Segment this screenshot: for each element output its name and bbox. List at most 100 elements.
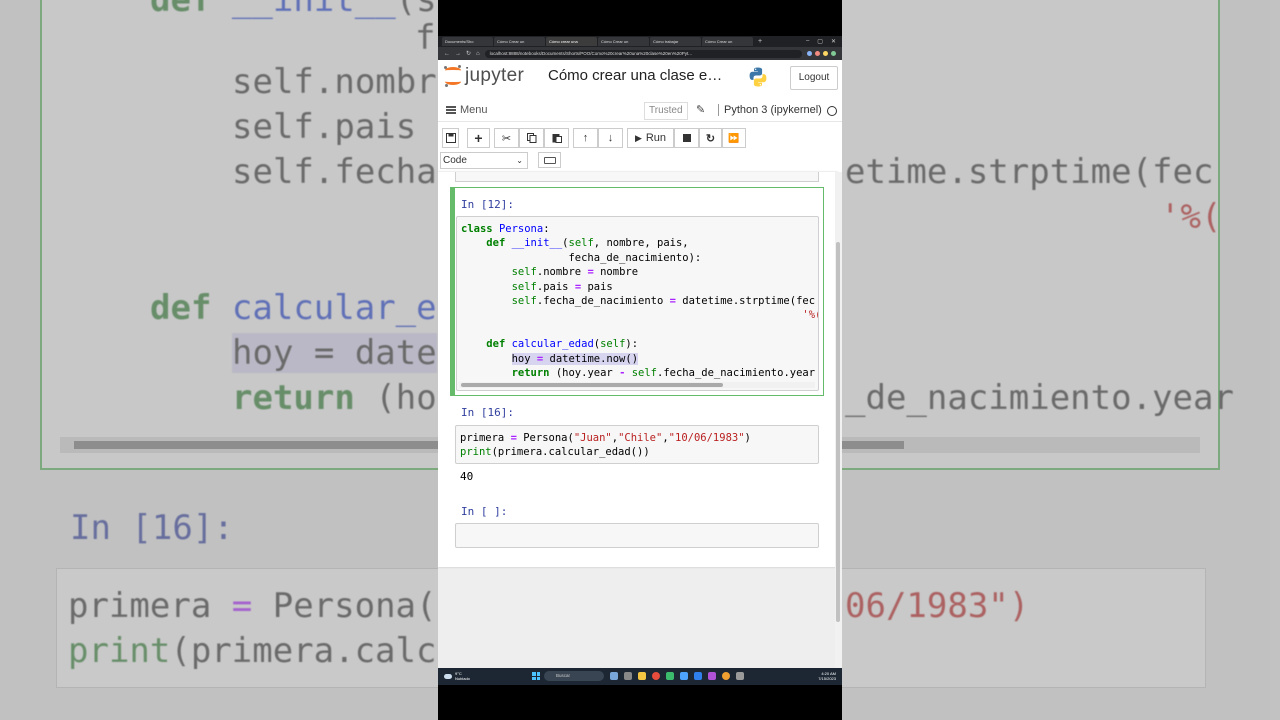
horizontal-scrollbar[interactable] [459, 382, 815, 388]
minimize-icon[interactable]: – [806, 38, 809, 45]
vscode-icon[interactable] [694, 672, 702, 680]
notebook-area: In [12]: class Persona: def __init__(sel… [438, 172, 842, 668]
code-line: print(primera.calcular_edad()) [460, 446, 650, 459]
scrollbar-thumb[interactable] [461, 383, 723, 387]
move-up-button[interactable]: ↑ [573, 128, 598, 148]
menu-label: Menu [460, 104, 488, 116]
code-input[interactable]: class Persona: def __init__(self, nombre… [456, 216, 819, 391]
menu-bar: Menu Trusted ✎ Python 3 (ipykernel) [438, 100, 842, 122]
code-line: def calcular_edad(self): [486, 338, 639, 351]
run-button[interactable]: ▶ Run [627, 128, 674, 148]
plus-icon: + [474, 130, 483, 146]
chrome-icon[interactable] [652, 672, 660, 680]
close-icon[interactable]: ✕ [831, 38, 836, 45]
copy-button[interactable] [519, 128, 544, 148]
insert-cell-button[interactable]: + [467, 128, 490, 148]
code-line: hoy = datetime.now() [511, 352, 639, 365]
app-icon[interactable] [736, 672, 744, 680]
new-tab-icon[interactable]: + [758, 38, 762, 45]
jupyter-logo-text: jupyter [465, 65, 525, 86]
code-line: self.nombre = nombre [511, 266, 639, 279]
page-scrollbar[interactable] [835, 172, 842, 668]
scrollbar-thumb[interactable] [836, 242, 840, 622]
arrow-down-icon: ↓ [607, 132, 614, 144]
empty-code-input[interactable] [455, 523, 819, 548]
edit-pencil-icon[interactable]: ✎ [696, 103, 705, 116]
paste-button[interactable] [544, 128, 569, 148]
code-line: primera = Persona("Juan","Chile","10/06/… [460, 432, 751, 444]
cell-prompt: In [16]: [461, 406, 514, 419]
cell-prompt: In [ ]: [461, 505, 508, 518]
browser-tab[interactable]: Cómo Crear un [702, 37, 753, 46]
app-icon[interactable] [624, 672, 632, 680]
url-field[interactable]: localhost:8888/notebooks/Documents/Short… [484, 49, 802, 58]
app-icon[interactable] [680, 672, 688, 680]
run-label: Run [645, 132, 667, 144]
app-icon[interactable] [708, 672, 716, 680]
clock-date: 7/15/2023 [818, 676, 836, 681]
taskbar-clock[interactable]: 4:20 AM 7/15/2023 [818, 671, 836, 681]
code-line: return (hoy.year - self.fecha_de_nacimie… [511, 367, 816, 379]
cut-button[interactable]: ✂ [494, 128, 519, 148]
interrupt-button[interactable] [674, 128, 699, 148]
menu-button[interactable]: Menu [446, 104, 488, 116]
forward-icon[interactable]: → [455, 51, 461, 57]
move-down-button[interactable]: ↓ [598, 128, 623, 148]
code-line: self.fecha_de_nacimiento = datetime.strp… [511, 295, 816, 307]
app-icon[interactable] [610, 672, 618, 680]
reload-icon[interactable]: ↻ [466, 50, 471, 57]
cell-output: 40 [460, 470, 474, 483]
code-input[interactable]: primera = Persona("Juan","Chile","10/06/… [455, 425, 819, 464]
chevron-down-icon: ⌄ [516, 156, 523, 165]
app-icon[interactable] [666, 672, 674, 680]
home-icon[interactable]: ⌂ [476, 51, 480, 57]
cloud-icon [444, 673, 452, 679]
stop-icon [682, 134, 691, 142]
save-icon [445, 133, 456, 143]
weather-widget[interactable]: 9°C Nublado [444, 671, 470, 681]
maximize-icon[interactable]: ▢ [817, 38, 823, 45]
chrome-icon[interactable] [722, 672, 730, 680]
weather-desc: Nublado [455, 676, 470, 681]
browser-tab[interactable]: Cómo Crear un [494, 37, 545, 46]
browser-tab[interactable]: Documents/Sho [442, 37, 493, 46]
browser-tab-active[interactable]: Cómo crear una [546, 37, 597, 46]
restart-button[interactable]: ↻ [699, 128, 722, 148]
cell-prompt: In [12]: [461, 198, 514, 211]
logout-button[interactable]: Logout [790, 66, 838, 90]
extension-icons[interactable] [807, 51, 836, 56]
taskbar-search[interactable]: Buscar [544, 671, 604, 681]
arrow-up-icon: ↑ [582, 132, 589, 144]
screen-recording: Documents/Sho Cómo Crear un Cómo crear u… [438, 0, 842, 720]
save-button[interactable] [442, 128, 459, 148]
jupyter-page: jupyter Cómo crear una clase e… Logout M… [438, 60, 842, 668]
command-palette-button[interactable] [538, 152, 561, 168]
restart-run-all-button[interactable]: ⏩ [722, 128, 746, 148]
kernel-name[interactable]: Python 3 (ipykernel) [718, 104, 822, 116]
copy-icon [526, 133, 536, 143]
previous-cell-input[interactable] [455, 172, 819, 182]
code-line: '%( [802, 309, 818, 322]
hamburger-icon [446, 106, 456, 114]
paste-icon [552, 134, 562, 143]
code-line: fecha_de_nacimiento): [461, 251, 702, 264]
trusted-badge[interactable]: Trusted [644, 102, 688, 120]
browser-tab[interactable]: Cómo trabajar [650, 37, 701, 46]
notebook-title[interactable]: Cómo crear una clase e… [548, 67, 722, 84]
jupyter-logo[interactable]: jupyter [444, 65, 524, 87]
browser-tab[interactable]: Cómo Crear un [598, 37, 649, 46]
code-line: def __init__(self, nombre, pais, [486, 237, 689, 250]
restart-icon: ↻ [705, 132, 716, 145]
address-bar: ← → ↻ ⌂ localhost:8888/notebooks/Documen… [438, 47, 842, 60]
cell-type-select[interactable]: Code ⌄ [440, 152, 528, 169]
keyboard-icon [543, 156, 556, 164]
jupyter-logo-icon [444, 65, 462, 87]
fast-forward-icon: ⏩ [728, 132, 740, 143]
folder-icon[interactable] [638, 672, 646, 680]
back-icon[interactable]: ← [444, 51, 450, 57]
code-line: self.pais = pais [511, 280, 613, 293]
notebook-header: jupyter Cómo crear una clase e… Logout [438, 60, 842, 96]
windows-start-icon[interactable] [532, 672, 540, 680]
notebook-toolbar: + ✂ ↑ ↓ ▶ Run ↻ ⏩ [438, 128, 842, 150]
browser-tab-bar: Documents/Sho Cómo Crear un Cómo crear u… [438, 36, 842, 47]
